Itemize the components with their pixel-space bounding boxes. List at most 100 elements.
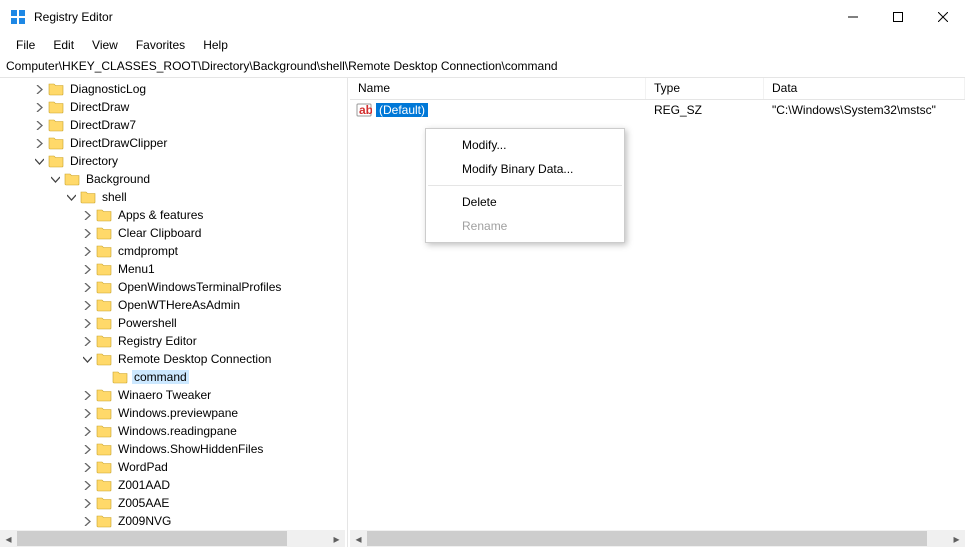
values-horizontal-scrollbar[interactable]: ◂ ▸ (350, 530, 965, 547)
chevron-down-icon[interactable] (64, 190, 78, 204)
tree-node[interactable]: Windows.previewpane (0, 404, 345, 422)
tree-node[interactable]: Windows.ShowHiddenFiles (0, 440, 345, 458)
chevron-right-icon[interactable] (80, 316, 94, 330)
tree-node-label: Windows.previewpane (116, 406, 240, 420)
chevron-right-icon[interactable] (80, 280, 94, 294)
folder-icon (48, 136, 64, 150)
tree-node[interactable]: Windows.readingpane (0, 422, 345, 440)
address-bar[interactable]: Computer\HKEY_CLASSES_ROOT\Directory\Bac… (0, 56, 965, 78)
scroll-thumb[interactable] (367, 531, 927, 546)
window-buttons (830, 2, 965, 32)
tree-node[interactable]: Powershell (0, 314, 345, 332)
scroll-right-icon[interactable]: ▸ (948, 530, 965, 547)
tree-node[interactable]: DirectDraw7 (0, 116, 345, 134)
tree-node[interactable]: Z001AAD (0, 476, 345, 494)
context-menu: Modify...Modify Binary Data... DeleteRena… (425, 128, 625, 243)
tree-node-label: WordPad (116, 460, 170, 474)
maximize-button[interactable] (875, 2, 920, 32)
menu-favorites[interactable]: Favorites (128, 36, 193, 54)
chevron-right-icon[interactable] (80, 514, 94, 528)
context-menu-item[interactable]: Modify Binary Data... (426, 157, 624, 181)
column-name[interactable]: Name (350, 78, 646, 99)
chevron-right-icon[interactable] (80, 496, 94, 510)
folder-icon (96, 262, 112, 276)
values-pane: Name Type Data ab (Default) REG_SZ "C:\W… (350, 78, 965, 547)
tree-node[interactable]: Registry Editor (0, 332, 345, 350)
context-menu-item: Rename (426, 214, 624, 238)
tree-node[interactable]: command (0, 368, 345, 386)
context-menu-item[interactable]: Delete (426, 190, 624, 214)
folder-icon (96, 496, 112, 510)
value-row[interactable]: ab (Default) REG_SZ "C:\Windows\System32… (350, 100, 965, 120)
column-type[interactable]: Type (646, 78, 764, 99)
tree-node-label: Powershell (116, 316, 179, 330)
folder-icon (96, 298, 112, 312)
chevron-right-icon[interactable] (80, 208, 94, 222)
folder-icon (96, 352, 112, 366)
chevron-down-icon[interactable] (32, 154, 46, 168)
chevron-right-icon[interactable] (80, 478, 94, 492)
tree-node[interactable]: Clear Clipboard (0, 224, 345, 242)
chevron-right-icon[interactable] (80, 298, 94, 312)
menu-help[interactable]: Help (195, 36, 236, 54)
chevron-right-icon[interactable] (80, 442, 94, 456)
folder-icon (96, 226, 112, 240)
column-data[interactable]: Data (764, 78, 965, 99)
chevron-right-icon[interactable] (32, 136, 46, 150)
scroll-right-icon[interactable]: ▸ (328, 530, 345, 547)
chevron-right-icon[interactable] (80, 424, 94, 438)
folder-icon (112, 370, 128, 384)
tree-node-label: command (132, 370, 189, 384)
folder-icon (96, 316, 112, 330)
menu-file[interactable]: File (8, 36, 43, 54)
tree-node-label: Registry Editor (116, 334, 199, 348)
tree-node[interactable]: DirectDrawClipper (0, 134, 345, 152)
tree-node[interactable]: shell (0, 188, 345, 206)
folder-icon (48, 154, 64, 168)
tree-node[interactable]: Winaero Tweaker (0, 386, 345, 404)
tree-pane[interactable]: DiagnosticLogDirectDrawDirectDraw7Direct… (0, 78, 345, 547)
folder-icon (80, 190, 96, 204)
tree-node[interactable]: Z009NVG (0, 512, 345, 530)
chevron-right-icon[interactable] (80, 244, 94, 258)
tree-node[interactable]: Directory (0, 152, 345, 170)
tree-node[interactable]: WordPad (0, 458, 345, 476)
menu-edit[interactable]: Edit (45, 36, 82, 54)
chevron-right-icon[interactable] (80, 406, 94, 420)
tree-node[interactable]: Menu1 (0, 260, 345, 278)
tree-node[interactable]: DirectDraw (0, 98, 345, 116)
app-icon (10, 9, 26, 25)
scroll-left-icon[interactable]: ◂ (350, 530, 367, 547)
folder-icon (64, 172, 80, 186)
tree-node[interactable]: Apps & features (0, 206, 345, 224)
chevron-right-icon[interactable] (80, 226, 94, 240)
tree-node[interactable]: OpenWindowsTerminalProfiles (0, 278, 345, 296)
chevron-right-icon[interactable] (80, 334, 94, 348)
close-button[interactable] (920, 2, 965, 32)
chevron-down-icon[interactable] (48, 172, 62, 186)
minimize-button[interactable] (830, 2, 875, 32)
scroll-left-icon[interactable]: ◂ (0, 530, 17, 547)
chevron-right-icon[interactable] (80, 262, 94, 276)
tree-horizontal-scrollbar[interactable]: ◂ ▸ (0, 530, 345, 547)
scroll-thumb[interactable] (17, 531, 287, 546)
tree-node[interactable]: OpenWTHereAsAdmin (0, 296, 345, 314)
context-menu-item[interactable]: Modify... (426, 133, 624, 157)
chevron-right-icon[interactable] (32, 100, 46, 114)
chevron-right-icon[interactable] (80, 460, 94, 474)
tree-node-label: Z005AAE (116, 496, 171, 510)
folder-icon (96, 388, 112, 402)
menu-view[interactable]: View (84, 36, 126, 54)
tree-node[interactable]: Z005AAE (0, 494, 345, 512)
tree-node[interactable]: Remote Desktop Connection (0, 350, 345, 368)
tree-node[interactable]: cmdprompt (0, 242, 345, 260)
tree-node[interactable]: Background (0, 170, 345, 188)
chevron-right-icon[interactable] (32, 82, 46, 96)
string-value-icon: ab (356, 102, 372, 118)
chevron-down-icon[interactable] (80, 352, 94, 366)
chevron-right-icon[interactable] (32, 118, 46, 132)
chevron-right-icon[interactable] (80, 388, 94, 402)
folder-icon (96, 334, 112, 348)
tree-node[interactable]: DiagnosticLog (0, 80, 345, 98)
folder-icon (96, 244, 112, 258)
